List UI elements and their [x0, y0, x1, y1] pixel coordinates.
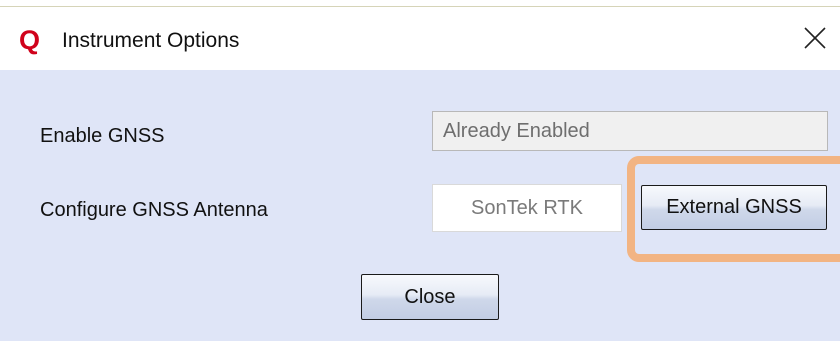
background-divider	[0, 6, 840, 7]
external-gnss-button[interactable]: External GNSS	[641, 185, 827, 230]
dialog-content: Enable GNSS Already Enabled Configure GN…	[0, 70, 840, 341]
close-button[interactable]: Close	[361, 274, 499, 320]
configure-antenna-label: Configure GNSS Antenna	[40, 199, 268, 221]
title-bar: Q Instrument Options	[0, 10, 840, 70]
sontek-rtk-button[interactable]: SonTek RTK	[432, 184, 622, 232]
gnss-status-field: Already Enabled	[432, 111, 828, 151]
close-x-glyph	[804, 27, 826, 49]
dialog-title: Instrument Options	[62, 29, 240, 52]
enable-gnss-label: Enable GNSS	[40, 125, 165, 147]
close-x-icon[interactable]	[802, 25, 828, 51]
instrument-options-dialog: Q Instrument Options Enable GNSS Already…	[0, 10, 840, 341]
background-window-edge	[0, 0, 840, 10]
q-logo-icon: Q	[19, 25, 41, 55]
